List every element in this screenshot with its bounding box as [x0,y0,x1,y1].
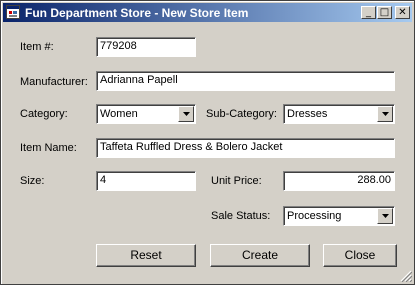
resize-grip-icon[interactable] [400,270,412,282]
chevron-down-icon [382,214,389,218]
chevron-down-icon [183,112,190,116]
sale-status-dropdown-button[interactable] [377,208,393,224]
unit-price-field[interactable]: 288.00 [283,171,395,191]
size-label: Size: [20,175,45,187]
chevron-down-icon [382,112,389,116]
maximize-icon: □ [379,7,390,18]
item-number-field[interactable]: 779208 [96,37,196,57]
app-window: Fun Department Store - New Store Item _ … [0,0,415,285]
category-select[interactable]: Women [96,104,196,124]
maximize-button[interactable]: □ [377,6,392,19]
sub-category-dropdown-button[interactable] [377,106,393,122]
minimize-button[interactable]: _ [361,6,376,19]
window-title: Fun Department Store - New Store Item [25,6,249,20]
unit-price-label: Unit Price: [211,175,262,187]
create-button[interactable]: Create [210,244,310,267]
close-icon: ✕ [398,7,407,18]
sub-category-value: Dresses [287,108,328,120]
item-number-label: Item #: [20,41,54,53]
manufacturer-label: Manufacturer: [20,76,88,88]
reset-button[interactable]: Reset [96,244,196,267]
sub-category-select[interactable]: Dresses [283,104,395,124]
item-name-label: Item Name: [20,142,77,154]
item-name-field[interactable]: Taffeta Ruffled Dress & Bolero Jacket [96,138,395,158]
category-value: Women [100,108,138,120]
size-field[interactable]: 4 [96,171,196,191]
minimize-icon: _ [366,7,371,18]
sub-category-label: Sub-Category: [206,108,277,120]
manufacturer-field[interactable]: Adrianna Papell [96,71,395,91]
sale-status-value: Processing [287,210,342,222]
title-bar[interactable]: Fun Department Store - New Store Item _ … [3,3,412,22]
close-button[interactable]: Close [323,244,397,267]
sale-status-label: Sale Status: [211,210,271,222]
category-label: Category: [20,108,68,120]
app-form-icon [6,5,20,19]
sale-status-select[interactable]: Processing [283,206,395,226]
close-window-button[interactable]: ✕ [395,6,410,19]
category-dropdown-button[interactable] [178,106,194,122]
